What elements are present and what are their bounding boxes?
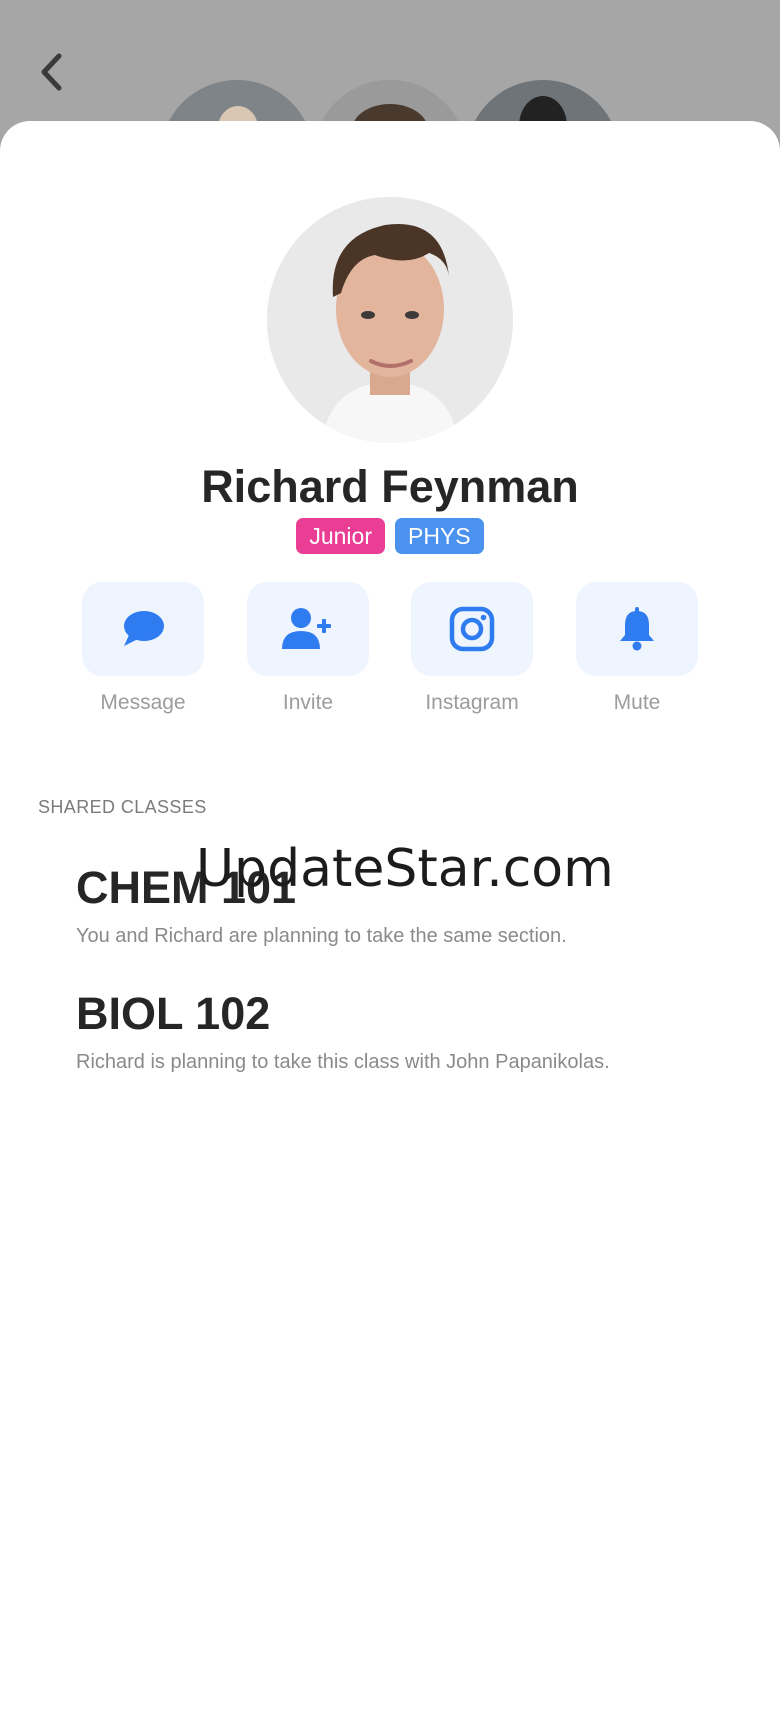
profile-avatar (267, 197, 513, 443)
instagram-icon (449, 606, 495, 652)
profile-name: Richard Feynman (201, 461, 579, 512)
class-item-biol-102[interactable]: BIOL 102 Richard is planning to take thi… (76, 987, 736, 1075)
profile-sheet: Richard Feynman Junior PHYS Message Invi… (0, 121, 780, 1732)
class-code: BIOL 102 (76, 988, 271, 1039)
add-user-icon (282, 608, 331, 649)
message-button[interactable]: Message (82, 582, 204, 716)
instagram-label: Instagram (425, 691, 519, 714)
back-button[interactable] (30, 50, 74, 94)
bell-icon (620, 607, 654, 651)
class-year-badge: Junior (296, 518, 385, 554)
message-label: Message (100, 691, 186, 714)
profile-badges: Junior PHYS (0, 518, 780, 554)
mute-button[interactable]: Mute (576, 582, 698, 716)
action-row: Message Invite Instagram Mute (82, 582, 698, 722)
instagram-button[interactable]: Instagram (411, 582, 533, 716)
watermark-text: UpdateStar.com (196, 839, 614, 899)
invite-label: Invite (282, 691, 334, 714)
mute-label: Mute (613, 691, 661, 714)
chevron-left-icon (41, 53, 62, 91)
class-description: Richard is planning to take this class w… (76, 1051, 610, 1073)
major-badge: PHYS (395, 518, 484, 554)
invite-button[interactable]: Invite (247, 582, 369, 716)
class-description: You and Richard are planning to take the… (76, 925, 567, 947)
shared-classes-title: SHARED CLASSES (38, 797, 207, 817)
chat-bubble-icon (124, 611, 164, 646)
